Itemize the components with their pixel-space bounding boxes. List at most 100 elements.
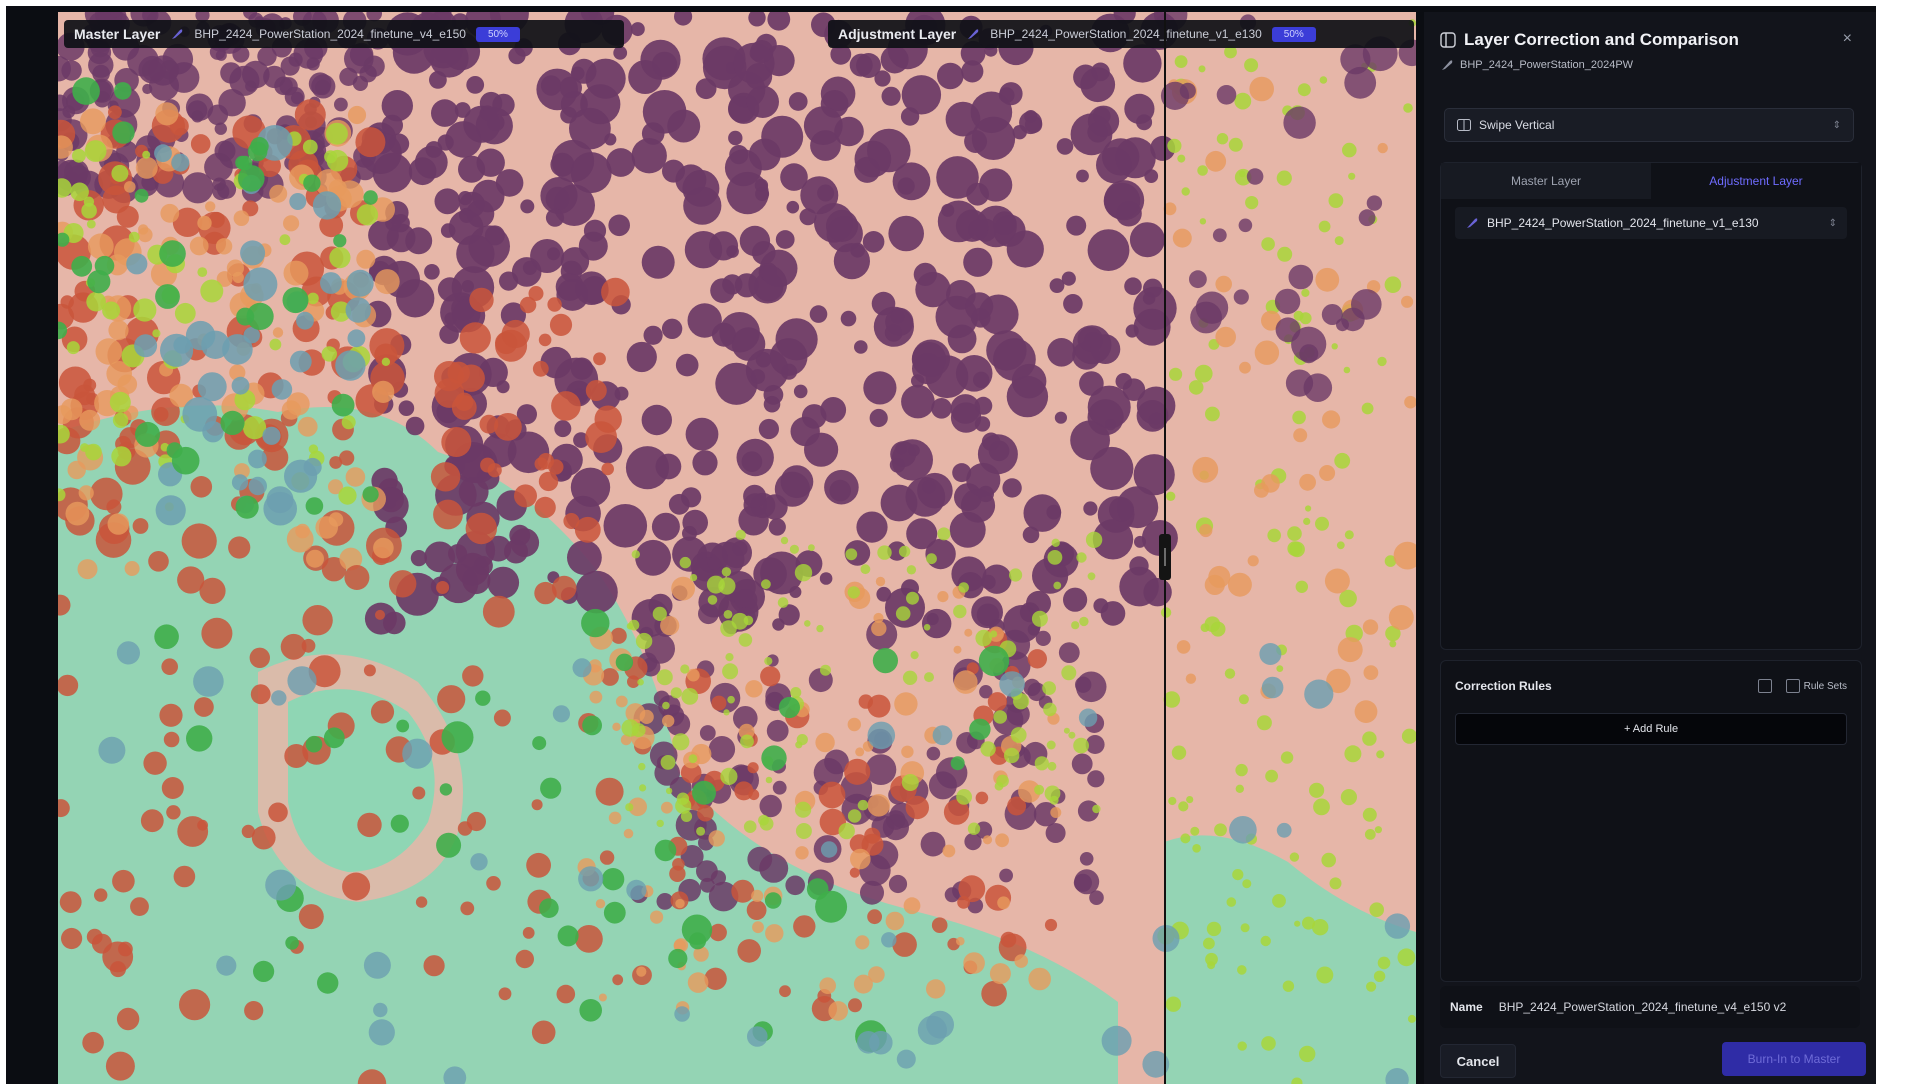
tree-cluster [1071,753,1093,775]
teal-patch [572,658,592,678]
red-patch [329,456,343,469]
soil-patch [124,561,140,576]
tree-cluster [829,479,851,502]
vegetation-patch [847,586,860,599]
close-icon[interactable]: × [1843,30,1852,48]
vegetation-patch [1073,737,1089,754]
rule-sets-button[interactable]: Rule Sets [1785,679,1847,693]
vegetation-patch [1289,852,1300,862]
tree-cluster [571,58,597,84]
map-viewport[interactable]: Master Layer BHP_2424_PowerStation_2024_… [58,12,1416,1084]
segmentation-map[interactable] [58,12,1416,1084]
vegetation-patch [1403,103,1413,113]
tree-cluster [1134,535,1146,548]
vegetation-patch [956,789,972,805]
rules-actions: Rule Sets [1757,679,1847,693]
soil-patch [855,747,865,757]
adjustment-layer-dropdown[interactable]: BHP_2424_PowerStation_2024_finetune_v1_e… [1455,207,1847,239]
master-opacity-badge[interactable]: 50% [475,26,520,42]
teal-patch [626,879,647,901]
tree-cluster [1087,105,1120,137]
copy-icon[interactable] [1757,679,1772,693]
comparison-mode-select[interactable]: Swipe Vertical ⇕ [1444,108,1854,142]
soil-patch [295,523,310,539]
tree-cluster [578,231,608,261]
tab-master-layer[interactable]: Master Layer [1441,163,1651,199]
teal-patch [171,153,190,172]
tree-cluster [817,184,835,202]
panel-title-row: Layer Correction and Comparison × [1440,28,1860,52]
soil-patch [1315,267,1340,292]
tab-adjustment-layer[interactable]: Adjustment Layer [1651,163,1861,199]
vegetation-patch [1293,310,1304,321]
tree-cluster [761,115,804,158]
tree-cluster [961,60,984,83]
red-patch [482,595,515,628]
vegetation-patch [1318,220,1331,233]
tree-cluster [881,86,901,106]
tree-cluster [941,203,955,217]
vegetation-patch [381,357,391,366]
vegetation-patch [356,204,379,226]
vegetation-patch [1336,541,1345,550]
chevron-icon: ⇕ [1832,119,1841,131]
tree-cluster [774,471,811,507]
vegetation-patch [1237,1041,1247,1051]
tree-cluster [1216,85,1237,105]
vegetation-patch [1009,568,1023,582]
red-patch [599,850,615,865]
swipe-handle[interactable] [1159,534,1171,580]
green-patch [436,832,462,858]
vegetation-patch [1369,902,1384,917]
red-patch [82,1031,104,1054]
tree-cluster [862,231,885,253]
red-patch [94,888,108,902]
vegetation-patch [321,346,337,362]
vegetation-patch [764,657,773,666]
green-patch [557,925,579,947]
cancel-button[interactable]: Cancel [1440,1044,1516,1078]
red-patch [190,134,211,154]
vegetation-patch [1174,55,1188,68]
tree-cluster [388,133,410,155]
teal-patch [1078,708,1098,727]
adjustment-opacity-badge[interactable]: 50% [1271,26,1316,42]
layer-selector-box: Master Layer Adjustment Layer BHP_2424_P… [1440,162,1862,650]
vegetation-patch [128,231,140,243]
tree-cluster [466,76,485,94]
vegetation-patch [1280,751,1294,764]
red-patch [532,360,549,377]
soil-patch [1192,456,1219,483]
tree-cluster [1074,869,1100,895]
soil-patch [1205,150,1227,172]
vegetation-patch [910,651,919,660]
red-patch [301,638,316,653]
vegetation-patch [924,672,934,683]
burn-in-to-master-button[interactable]: Burn-In to Master [1722,1042,1866,1076]
tree-cluster [642,90,687,134]
soil-patch [982,835,993,845]
red-patch [250,684,271,705]
tree-cluster [820,397,847,423]
tree-cluster [1142,292,1156,305]
soil-patch [197,215,212,231]
tree-cluster [963,247,993,277]
rule-sets-icon [1785,679,1800,693]
soil-patch [373,537,394,559]
red-patch [526,852,551,878]
tree-cluster [214,122,227,135]
soil-patch [1299,473,1316,491]
vegetation-patch [1068,731,1076,739]
vegetation-patch [679,556,691,569]
soil-patch [1227,572,1252,597]
tree-cluster [1075,671,1107,703]
vegetation-patch [1168,796,1177,806]
vegetation-patch [308,444,319,454]
vegetation-patch [1190,826,1200,836]
name-input[interactable]: BHP_2424_PowerStation_2024_finetune_v4_e… [1499,1000,1787,1014]
vegetation-patch [1180,833,1191,844]
vegetation-patch [1245,196,1259,210]
add-rule-button[interactable]: + Add Rule [1455,713,1847,745]
vegetation-patch [847,809,862,823]
tree-cluster [1002,478,1022,498]
